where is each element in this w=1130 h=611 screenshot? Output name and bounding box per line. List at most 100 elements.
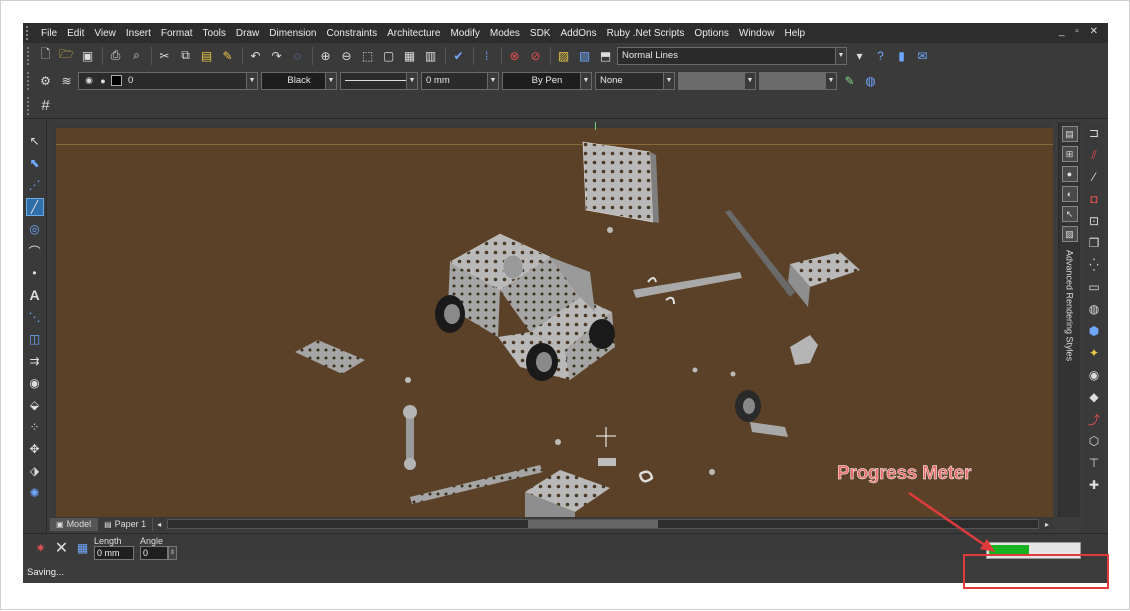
redo-icon[interactable]: ↷ (267, 46, 286, 65)
paste-icon[interactable]: ▤ (197, 46, 216, 65)
sphere-icon[interactable]: ◍ (1085, 300, 1103, 318)
frame-icon[interactable]: ⊡ (1085, 212, 1103, 230)
panel-icon[interactable]: ▭ (1085, 278, 1103, 296)
chevron-down-icon[interactable]: ▼ (580, 72, 591, 89)
pan-icon[interactable]: ⇉ (26, 352, 44, 370)
tab-model[interactable]: ▣ Model (50, 517, 99, 531)
hatch-select[interactable]: None ▼ (595, 71, 675, 90)
smart-draw-icon[interactable]: ◉ (26, 374, 44, 392)
menu-edit[interactable]: Edit (62, 28, 89, 39)
entity-snap-icon[interactable]: ⊗ (505, 46, 524, 65)
render-icon[interactable]: ◍ (861, 71, 880, 90)
material-select[interactable]: ▼ (759, 71, 837, 90)
spell-check-icon[interactable]: ✔ (449, 46, 468, 65)
gear-icon[interactable]: ⚙ (36, 71, 55, 90)
node-icon[interactable]: ◘ (1085, 190, 1103, 208)
edit-nodes-icon[interactable]: ⬉ (26, 154, 44, 172)
cube-icon[interactable]: ⬢ (1085, 322, 1103, 340)
chevron-down-icon[interactable]: ▾ (850, 46, 869, 65)
menu-dimension[interactable]: Dimension (264, 28, 321, 39)
zoom-window-icon[interactable]: ⬚ (358, 46, 377, 65)
new-file-icon[interactable]: 🗋 (36, 46, 55, 65)
light-icon[interactable]: ✦ (1085, 344, 1103, 362)
material-icon[interactable]: ◉ (1085, 366, 1103, 384)
drawing-viewport[interactable] (50, 122, 1053, 517)
point-cloud-icon[interactable]: ⁛ (1085, 256, 1103, 274)
tube-icon[interactable]: ⊤ (1085, 454, 1103, 472)
angle-spinner[interactable]: ⇕ (168, 545, 177, 560)
arc-icon[interactable]: ⌒ (26, 242, 44, 260)
horizontal-scrollbar[interactable] (167, 519, 1039, 529)
save-icon[interactable]: ▣ (78, 46, 97, 65)
point-icon[interactable]: ⋰ (26, 176, 44, 194)
context-help-icon[interactable]: ? (871, 46, 890, 65)
menu-tools[interactable]: Tools (198, 28, 231, 39)
chevron-down-icon[interactable]: ▼ (325, 72, 336, 89)
menu-addons[interactable]: AddOns (555, 28, 601, 39)
color-select[interactable]: Black ▼ (261, 71, 337, 90)
stripe-icon[interactable]: ⫽ (1085, 146, 1103, 164)
close-icon[interactable]: ✕ (52, 538, 71, 557)
zoom-in-icon[interactable]: ⊕ (316, 46, 335, 65)
zoom-out-icon[interactable]: ⊖ (337, 46, 356, 65)
render-panel-icon[interactable]: ● (1061, 166, 1078, 182)
open-folder-icon[interactable]: 🗁 (57, 46, 76, 65)
properties-panel-icon[interactable]: ▤ (1061, 126, 1078, 142)
grid-icon[interactable]: # (36, 96, 55, 115)
print-icon[interactable]: ⎙ (106, 46, 125, 65)
chevron-down-icon[interactable]: ▼ (825, 72, 836, 89)
print-preview-icon[interactable]: ⌕ (127, 46, 146, 65)
menu-view[interactable]: View (89, 28, 121, 39)
array-icon[interactable]: ⁘ (26, 418, 44, 436)
scroll-right-icon[interactable]: ▸ (1045, 520, 1049, 529)
match-properties-icon[interactable]: ✎ (218, 46, 237, 65)
menu-constraints[interactable]: Constraints (322, 28, 383, 39)
undo-icon[interactable]: ↶ (246, 46, 265, 65)
menu-format[interactable]: Format (156, 28, 198, 39)
window-controls[interactable]: _ ▫ ✕ (1059, 26, 1102, 37)
menu-architecture[interactable]: Architecture (382, 28, 445, 39)
print-style-select[interactable]: By Pen ▼ (502, 71, 592, 90)
copy-icon[interactable]: ⧉ (176, 46, 195, 65)
line-icon[interactable]: ╱ (25, 198, 44, 216)
menu-help[interactable]: Help (779, 28, 810, 39)
properties-icon[interactable]: ▥ (421, 46, 440, 65)
chevron-down-icon[interactable]: ▼ (246, 72, 257, 89)
cursor-panel-icon[interactable]: ↖ (1061, 206, 1078, 222)
angle-input[interactable] (140, 545, 168, 560)
lasso-icon[interactable]: ◌ (288, 46, 307, 65)
circle-icon[interactable]: ◎ (26, 220, 44, 238)
dot-icon[interactable]: • (26, 264, 44, 282)
line-thickness-select[interactable]: 0 mm ▼ (421, 71, 499, 90)
design-center-icon[interactable]: ⬒ (596, 46, 615, 65)
chevron-down-icon[interactable]: ▼ (663, 72, 674, 89)
scroll-left-icon[interactable]: ◂ (157, 520, 161, 529)
plus-icon[interactable]: ✚ (1085, 476, 1103, 494)
linetype-select[interactable]: ▼ (340, 71, 418, 90)
menu-draw[interactable]: Draw (231, 28, 264, 39)
pen-icon[interactable]: ✎ (840, 71, 859, 90)
snap-settings-icon[interactable]: ⊘ (526, 46, 545, 65)
slant-icon[interactable]: ⁄ (1085, 168, 1103, 186)
menu-insert[interactable]: Insert (121, 28, 156, 39)
table-icon[interactable]: ▦ (73, 538, 92, 557)
path-icon[interactable]: ⤴ (1085, 410, 1103, 428)
select-cursor-icon[interactable]: ↖ (26, 132, 44, 150)
text-icon[interactable]: A (26, 286, 44, 304)
scrollbar-thumb[interactable] (528, 520, 659, 528)
layer-manager-icon[interactable]: ▦ (400, 46, 419, 65)
style-panel-icon[interactable]: ▨ (1061, 226, 1078, 242)
tab-paper-1[interactable]: ▤ Paper 1 (98, 517, 154, 531)
layers-icon[interactable]: ❐ (1085, 234, 1103, 252)
grid-snap-icon[interactable]: ⁞ (477, 46, 496, 65)
book-icon[interactable]: ▮ (892, 46, 911, 65)
bracket-icon[interactable]: ⊐ (1085, 124, 1103, 142)
length-input[interactable] (94, 545, 134, 560)
erase-icon[interactable]: ⬗ (26, 462, 44, 480)
menu-sdk[interactable]: SDK (525, 28, 556, 39)
mesh-icon[interactable]: ⬡ (1085, 432, 1103, 450)
chevron-down-icon[interactable]: ▼ (406, 72, 417, 89)
transparency-select[interactable]: ▼ (678, 71, 756, 90)
chevron-down-icon[interactable]: ▼ (835, 47, 846, 64)
view-panel-icon[interactable]: ⊞ (1061, 146, 1078, 162)
